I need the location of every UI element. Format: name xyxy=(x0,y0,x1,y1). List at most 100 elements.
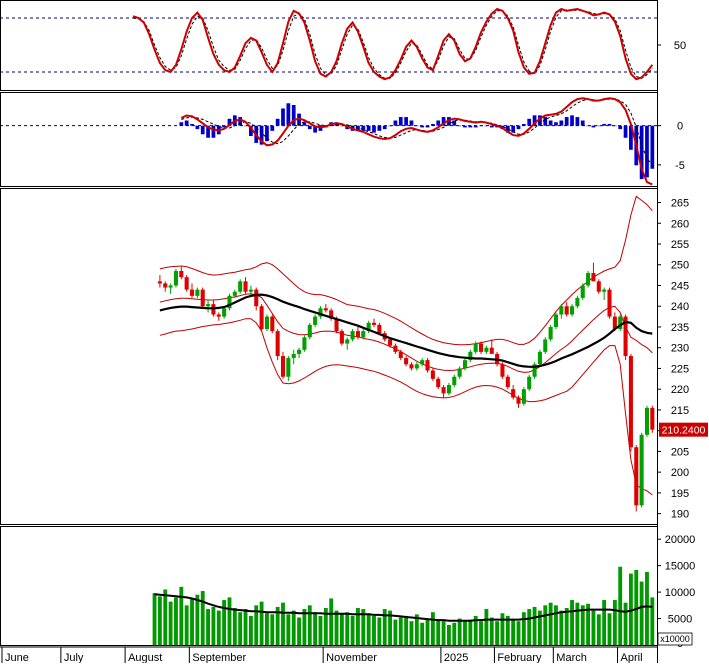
candle-body xyxy=(570,306,575,315)
macd-histogram-bar xyxy=(554,122,558,126)
candle-body xyxy=(596,281,601,292)
volume-bar xyxy=(532,606,537,645)
candle-body xyxy=(280,356,286,377)
price-tick-label: 255 xyxy=(671,239,689,251)
volume-bar xyxy=(404,615,409,645)
x-axis-label: April xyxy=(621,652,643,663)
candle-body xyxy=(264,316,269,330)
candle-body xyxy=(243,281,248,292)
macd-histogram-bar xyxy=(618,125,623,130)
volume-bar xyxy=(591,610,596,645)
candle-body xyxy=(355,331,360,338)
candle-body xyxy=(339,331,344,344)
volume-bar xyxy=(313,612,318,645)
price-tick-label: 215 xyxy=(671,405,689,417)
candle-body xyxy=(302,337,307,350)
candle-body xyxy=(430,370,435,379)
bollinger-upper-band xyxy=(159,195,653,346)
candle-body xyxy=(248,289,253,292)
candle-body xyxy=(216,314,221,317)
candle-body xyxy=(232,291,237,296)
candle-body xyxy=(398,351,403,359)
candle-body xyxy=(297,349,302,354)
candle-body xyxy=(634,447,639,506)
volume-bar xyxy=(163,589,168,645)
candle-body xyxy=(270,316,275,332)
macd-histogram-bar xyxy=(521,123,526,126)
candle-body xyxy=(452,376,457,386)
candle-body xyxy=(388,339,393,346)
volume-bar xyxy=(441,621,446,645)
candle-body xyxy=(479,343,484,352)
candle-body xyxy=(371,322,377,325)
volume-bar xyxy=(350,615,355,645)
x-axis-label: June xyxy=(5,652,29,663)
macd-histogram-bar xyxy=(211,125,216,138)
macd-histogram-bar xyxy=(281,108,285,126)
candle-body xyxy=(516,397,521,404)
volume-bar xyxy=(243,609,248,645)
price-tick-label: 260 xyxy=(671,218,689,230)
candle-body xyxy=(414,364,419,369)
candle-body xyxy=(484,347,489,352)
price-tick-label: 220 xyxy=(671,384,689,396)
candle-body xyxy=(206,304,211,307)
candle-body xyxy=(409,364,414,369)
candle-body xyxy=(163,283,168,288)
volume-bar xyxy=(270,614,275,645)
x-axis: June July August September November 2025 Febru… xyxy=(0,646,657,664)
candle-body xyxy=(425,360,430,371)
candle-body xyxy=(462,360,468,369)
volume-bar xyxy=(152,593,157,645)
macd-histogram-bar xyxy=(564,117,569,126)
candle-body xyxy=(307,324,312,338)
price-panel: 2652602552502452402352302252202152102052… xyxy=(157,195,708,521)
volume-bar xyxy=(575,602,580,645)
volume-bar xyxy=(425,618,430,645)
candle-body xyxy=(222,308,227,317)
macd-histogram-bar xyxy=(607,123,612,126)
macd-histogram-bar xyxy=(586,125,590,127)
candle-body xyxy=(586,273,591,286)
candle-body xyxy=(179,270,184,278)
candle-body xyxy=(575,297,580,307)
macd-histogram-bar xyxy=(366,125,371,131)
volume-bar xyxy=(179,586,184,645)
volume-bar xyxy=(211,606,216,645)
macd-histogram-bar xyxy=(382,125,387,130)
macd-histogram-bar xyxy=(398,117,403,126)
candle-body xyxy=(580,285,585,298)
volume-bar xyxy=(409,621,414,645)
candle-body xyxy=(173,270,178,286)
macd-histogram-bar xyxy=(179,122,184,126)
macd-histogram-bar xyxy=(596,125,601,127)
candle-body xyxy=(564,306,569,315)
volume-bar xyxy=(216,610,221,645)
macd-histogram-bar xyxy=(372,125,376,133)
x-axis-label: 2025 xyxy=(444,652,468,663)
macd-histogram-bar xyxy=(184,120,189,126)
volume-bar xyxy=(559,610,564,645)
x-axis-label: February xyxy=(497,652,542,663)
macd-histogram-bar xyxy=(430,123,435,126)
candle-body xyxy=(275,331,280,356)
macd-histogram-bar xyxy=(286,103,291,126)
candle-body xyxy=(361,331,366,338)
volume-tick-label: 15000 xyxy=(665,561,696,573)
price-tick-label: 240 xyxy=(671,301,689,313)
stoch-k-line xyxy=(132,7,654,81)
volume-bar xyxy=(398,617,403,645)
volume-bar xyxy=(206,609,210,645)
stochastic-panel: 50 xyxy=(0,7,686,81)
volume-bar xyxy=(596,614,601,645)
candle-body xyxy=(639,434,644,506)
x-axis-label: March xyxy=(556,652,587,663)
macd-histogram-bar xyxy=(377,125,382,131)
candle-body xyxy=(259,306,264,330)
price-tick-label: 235 xyxy=(671,322,689,334)
candle-body xyxy=(168,285,173,288)
volume-bar xyxy=(286,614,291,645)
macd-histogram-bar xyxy=(270,125,275,131)
macd-histogram-bar xyxy=(414,125,419,127)
candle-body xyxy=(537,351,542,365)
